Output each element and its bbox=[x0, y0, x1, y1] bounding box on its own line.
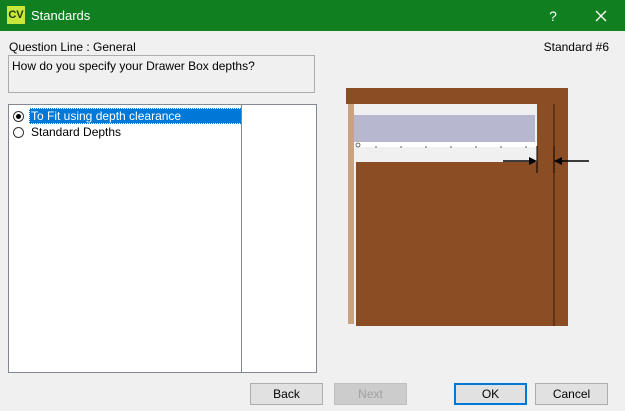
list-divider bbox=[241, 105, 242, 372]
title-bar: CV Standards ? bbox=[0, 0, 625, 31]
back-button[interactable]: Back bbox=[250, 383, 323, 405]
options-list: To Fit using depth clearance Standard De… bbox=[8, 104, 317, 373]
option-label: To Fit using depth clearance bbox=[29, 108, 242, 124]
cabinet-top bbox=[346, 88, 568, 104]
question-line-label: Question Line : General bbox=[9, 40, 136, 54]
cancel-button[interactable]: Cancel bbox=[535, 383, 608, 405]
close-icon bbox=[595, 10, 607, 21]
option-to-fit[interactable]: To Fit using depth clearance bbox=[13, 108, 242, 124]
app-logo-icon: CV bbox=[7, 6, 25, 24]
radio-button[interactable] bbox=[13, 126, 24, 138]
radio-button-checked[interactable] bbox=[13, 110, 24, 122]
drawer-bottom bbox=[354, 142, 537, 147]
question-text: How do you specify your Drawer Box depth… bbox=[12, 59, 255, 73]
standard-number: Standard #6 bbox=[543, 40, 609, 54]
drawer-box bbox=[354, 115, 535, 142]
option-label: Standard Depths bbox=[31, 125, 122, 139]
cabinet-side bbox=[356, 162, 537, 326]
drawer-front bbox=[348, 104, 354, 324]
option-standard-depths[interactable]: Standard Depths bbox=[13, 124, 123, 140]
window-title: Standards bbox=[31, 8, 91, 23]
question-text-box: How do you specify your Drawer Box depth… bbox=[8, 55, 315, 93]
next-button[interactable]: Next bbox=[334, 383, 407, 405]
ok-button[interactable]: OK bbox=[454, 383, 527, 405]
cabinet-back-panel bbox=[537, 104, 568, 326]
help-button[interactable]: ? bbox=[530, 0, 576, 31]
drawer-depth-preview bbox=[346, 88, 589, 326]
close-button[interactable] bbox=[578, 0, 624, 31]
